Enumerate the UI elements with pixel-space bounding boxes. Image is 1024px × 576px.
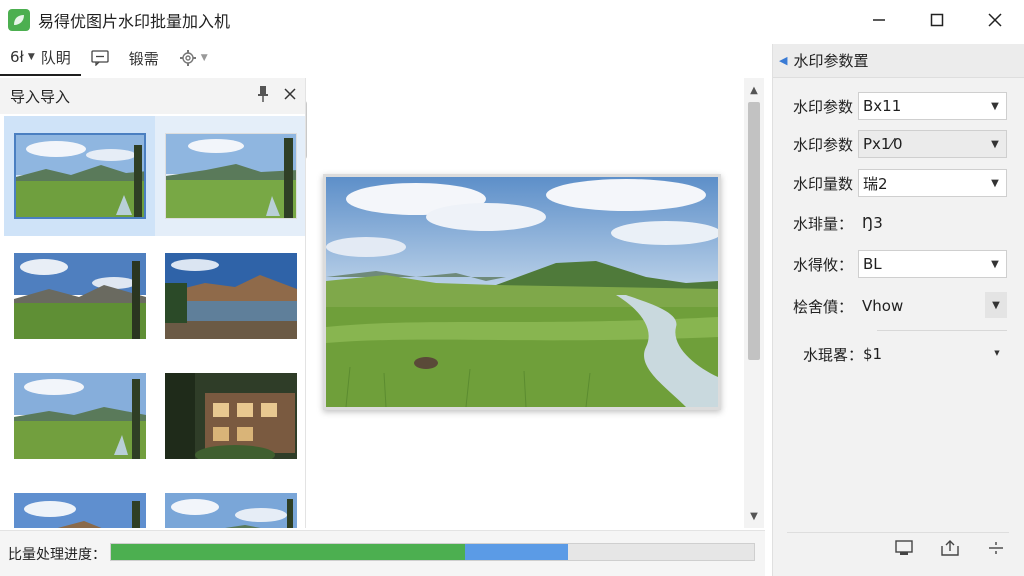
- field-label: 水印量数: [792, 174, 853, 193]
- landscape-thumbnail-image: [13, 373, 146, 459]
- comment-button[interactable]: [81, 40, 119, 76]
- field-value: Bx11: [863, 97, 902, 115]
- field-value: Px1⁄0: [863, 135, 903, 153]
- import-panel-header: 导入导入: [0, 78, 305, 114]
- batch-progress-bar: [110, 543, 755, 561]
- field-value: Ŋ3: [862, 214, 883, 232]
- toolbar-label-3: 锻需: [128, 49, 159, 68]
- chevron-down-icon[interactable]: ▼: [984, 170, 1006, 196]
- landscape-thumbnail-image: [13, 133, 146, 219]
- collapse-arrow-icon[interactable]: ◀: [779, 54, 787, 67]
- field-value: $1: [863, 345, 883, 363]
- thumbnail-item[interactable]: [155, 116, 305, 236]
- field-value: BL: [863, 255, 882, 273]
- preview-area: ▲ ▼: [307, 78, 765, 528]
- landscape-thumbnail-image: [164, 493, 297, 528]
- export-icon[interactable]: [940, 538, 960, 558]
- watermark-field-row: 水印量数 瑞2 ▼: [773, 165, 1024, 201]
- import-panel: 导入导入: [0, 78, 306, 528]
- chevron-down-icon: ▼: [27, 52, 35, 62]
- field-label: 水得攸：: [792, 255, 853, 274]
- field-value: 瑞2: [863, 174, 888, 193]
- watermark-readonly-value: Ŋ3: [858, 209, 1007, 237]
- import-label: 6ł: [10, 48, 24, 66]
- chevron-down-icon: ▼: [200, 53, 208, 63]
- watermark-count-select[interactable]: 瑞2 ▼: [858, 169, 1007, 197]
- title-bar: 易得优图片水印批量加入机: [0, 0, 1024, 40]
- minimize-button[interactable]: [850, 0, 908, 40]
- watermark-position-select[interactable]: BL ▼: [858, 250, 1007, 278]
- watermark-mode-select[interactable]: Vhow ▼: [858, 292, 1007, 320]
- gear-icon: [179, 50, 196, 66]
- main-toolbar: 6ł ▼ 队眀 锻需 ▼: [0, 40, 306, 76]
- preview-image: [323, 174, 721, 410]
- watermark-param-select[interactable]: Bx11 ▼: [858, 92, 1007, 120]
- chevron-down-icon[interactable]: ▼: [984, 131, 1006, 157]
- house-thumbnail-image: [164, 373, 297, 459]
- chevron-down-icon[interactable]: ▼: [984, 93, 1006, 119]
- maximize-button[interactable]: [908, 0, 966, 40]
- chevron-down-icon[interactable]: ▼: [985, 292, 1007, 318]
- progress-fill-complete: [111, 544, 465, 560]
- toolbar-label-2: 队眀: [40, 48, 71, 67]
- chevron-down-icon[interactable]: ▼: [984, 251, 1006, 277]
- thumbnail-item[interactable]: [4, 116, 155, 236]
- import-panel-title: 导入导入: [10, 87, 71, 106]
- watermark-field-row: 水印参数 Px1⁄0 ▼: [773, 126, 1024, 162]
- search-menu-button[interactable]: 锻需: [119, 40, 169, 76]
- close-window-button[interactable]: [966, 0, 1024, 40]
- thumbnail-item[interactable]: [155, 356, 305, 476]
- watermark-settings-title: 水印参数置: [793, 52, 869, 70]
- field-label: 水琨畧：: [802, 345, 863, 364]
- watermark-field-row: 水得攸： BL ▼: [773, 246, 1024, 282]
- thumbnail-item[interactable]: [4, 356, 155, 476]
- watermark-opacity-select[interactable]: $1 ▼: [859, 340, 1008, 368]
- landscape-thumbnail-image: [164, 133, 297, 219]
- thumbnail-item[interactable]: [155, 476, 305, 528]
- field-label: 水印参数: [792, 97, 853, 116]
- thumbnail-item[interactable]: [4, 236, 155, 356]
- field-label: 水琲量：: [792, 214, 853, 233]
- landscape-thumbnail-image: [13, 253, 146, 339]
- comment-icon: [91, 50, 109, 66]
- watermark-field-row: 水印参数 Bx11 ▼: [773, 88, 1024, 124]
- close-panel-icon[interactable]: [283, 87, 297, 105]
- add-divider-icon[interactable]: [986, 538, 1006, 558]
- pin-icon[interactable]: [257, 85, 269, 107]
- settings-button[interactable]: ▼: [169, 40, 224, 76]
- divider: [877, 330, 1007, 331]
- scroll-down-icon[interactable]: ▼: [744, 506, 764, 526]
- progress-fill-active: [464, 544, 568, 560]
- watermark-field-row: 水琲量： Ŋ3: [773, 205, 1024, 241]
- scroll-up-icon[interactable]: ▲: [744, 80, 764, 100]
- watermark-param-select[interactable]: Px1⁄0 ▼: [858, 130, 1007, 158]
- save-preset-icon[interactable]: [894, 538, 914, 558]
- thumbnail-item[interactable]: [4, 476, 155, 528]
- status-bar: 比量处理进度：: [0, 530, 765, 576]
- divider: [787, 532, 1009, 533]
- field-value: Vhow: [862, 297, 904, 315]
- preview-scrollbar[interactable]: ▲ ▼: [744, 78, 764, 528]
- window-title: 易得优图片水印批量加入机: [38, 12, 231, 31]
- field-label: 水印参数: [792, 135, 853, 154]
- watermark-settings-header[interactable]: ◀ 水印参数置: [773, 44, 1024, 78]
- app-logo-icon: [8, 9, 30, 31]
- landscape-thumbnail-image: [13, 493, 146, 528]
- watermark-settings-panel: ◀ 水印参数置 水印参数 Bx11 ▼ 水印参数 Px1⁄0 ▼ 水印量数 瑞2…: [772, 44, 1024, 576]
- lake-thumbnail-image: [164, 253, 297, 339]
- watermark-field-row: 桧舍僨： Vhow ▼: [773, 288, 1024, 324]
- scrollbar-thumb[interactable]: [748, 102, 760, 360]
- progress-label: 比量处理进度：: [8, 546, 106, 563]
- chevron-down-icon[interactable]: ▼: [986, 340, 1008, 366]
- field-label: 桧舍僨：: [792, 297, 853, 316]
- panel-action-bar: [894, 538, 1006, 558]
- thumbnail-item[interactable]: [155, 236, 305, 356]
- import-menu-button[interactable]: 6ł ▼ 队眀: [0, 40, 81, 76]
- watermark-field-row: 水琨畧： $1 ▼: [773, 336, 1024, 372]
